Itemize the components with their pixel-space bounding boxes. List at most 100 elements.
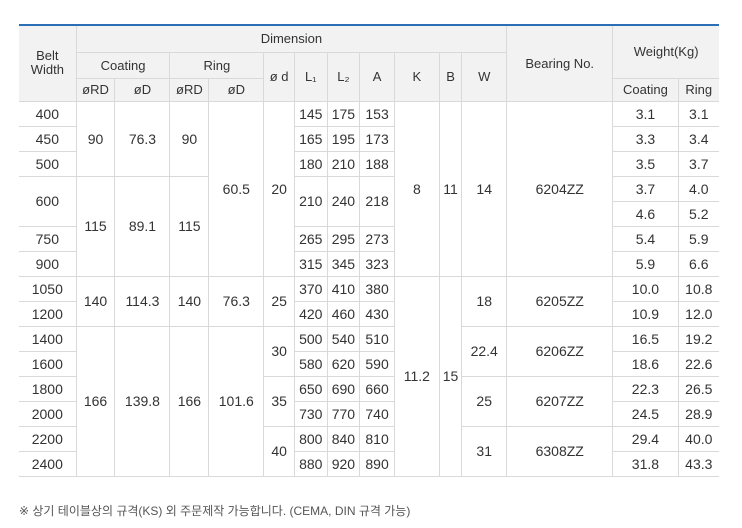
cell-ring-d: 76.3 <box>208 275 265 327</box>
cell-l2: 690 <box>326 375 361 402</box>
cell-weight-coating: 22.3 <box>612 375 679 402</box>
cell-ring-d: 60.5 <box>208 100 265 277</box>
cell-belt-width: 600 <box>19 175 77 227</box>
cell-weight-ring: 4.0 <box>677 175 719 202</box>
cell-a: 323 <box>359 250 395 277</box>
cell-weight-coating: 10.0 <box>612 275 679 302</box>
header-bearing-no: Bearing No. <box>506 25 614 102</box>
cell-l2: 210 <box>326 150 361 177</box>
cell-l2: 240 <box>326 175 361 227</box>
cell-belt-width: 750 <box>19 225 77 252</box>
cell-weight-coating: 16.5 <box>612 325 679 352</box>
cell-l1: 800 <box>293 425 328 452</box>
cell-l1: 165 <box>293 125 328 152</box>
cell-weight-ring: 5.9 <box>677 225 719 252</box>
cell-l1: 210 <box>293 175 328 227</box>
cell-belt-width: 500 <box>19 150 77 177</box>
cell-coating-d: 76.3 <box>114 100 171 177</box>
header-coating: Coating <box>76 51 171 79</box>
cell-weight-coating: 4.6 <box>612 200 679 227</box>
cell-coating-rd: 90 <box>75 100 116 177</box>
header-weight: Weight(Kg) <box>612 25 719 79</box>
cell-belt-width: 2000 <box>19 400 77 427</box>
cell-a: 273 <box>359 225 395 252</box>
cell-w: 31 <box>461 425 508 477</box>
cell-k: 8 <box>393 100 440 277</box>
cell-b: 15 <box>438 275 463 477</box>
cell-weight-coating: 3.3 <box>612 125 679 152</box>
cell-phi-d: 20 <box>263 100 295 277</box>
cell-weight-coating: 18.6 <box>612 350 679 377</box>
header-l1: L₁ <box>293 51 328 102</box>
cell-coating-rd: 166 <box>75 325 116 477</box>
cell-weight-ring: 22.6 <box>677 350 719 377</box>
cell-a: 890 <box>359 450 395 477</box>
cell-belt-width: 1050 <box>19 275 77 302</box>
cell-a: 173 <box>359 125 395 152</box>
cell-weight-ring: 3.1 <box>677 100 719 127</box>
header-b: B <box>438 51 463 102</box>
cell-l1: 500 <box>293 325 328 352</box>
cell-phi-d: 25 <box>263 275 295 327</box>
cell-weight-coating: 5.9 <box>612 250 679 277</box>
cell-bearing-no: 6205ZZ <box>506 275 614 327</box>
cell-belt-width: 400 <box>19 100 77 127</box>
cell-belt-width: 1600 <box>19 350 77 377</box>
cell-phi-d: 35 <box>263 375 295 427</box>
cell-belt-width: 1200 <box>19 300 77 327</box>
cell-l2: 195 <box>326 125 361 152</box>
cell-l1: 180 <box>293 150 328 177</box>
cell-l1: 315 <box>293 250 328 277</box>
cell-coating-rd: 115 <box>75 175 116 277</box>
header-ring-rd: øRD <box>169 77 210 102</box>
cell-l1: 370 <box>293 275 328 302</box>
cell-belt-width: 1400 <box>19 325 77 352</box>
cell-weight-coating: 29.4 <box>612 425 679 452</box>
cell-l2: 460 <box>326 300 361 327</box>
cell-l1: 650 <box>293 375 328 402</box>
cell-belt-width: 450 <box>19 125 77 152</box>
cell-l1: 265 <box>293 225 328 252</box>
cell-bearing-no: 6206ZZ <box>506 325 614 377</box>
cell-b: 11 <box>438 100 463 277</box>
cell-a: 510 <box>359 325 395 352</box>
cell-weight-ring: 12.0 <box>677 300 719 327</box>
cell-weight-ring: 28.9 <box>677 400 719 427</box>
header-k: K <box>393 51 440 102</box>
cell-l2: 295 <box>326 225 361 252</box>
cell-coating-d: 139.8 <box>114 325 171 477</box>
header-w: W <box>461 51 507 102</box>
cell-weight-coating: 10.9 <box>612 300 679 327</box>
cell-phi-d: 30 <box>263 325 295 377</box>
header-weight-ring: Ring <box>677 77 719 102</box>
cell-weight-ring: 19.2 <box>677 325 719 352</box>
cell-weight-ring: 3.4 <box>677 125 719 152</box>
cell-k: 11.2 <box>393 275 440 477</box>
cell-belt-width: 2200 <box>19 425 77 452</box>
header-dimension: Dimension <box>75 25 508 53</box>
cell-l2: 770 <box>326 400 361 427</box>
roller-spec-table: Belt Width Dimension Bearing No. Weight(… <box>19 24 719 477</box>
header-a: A <box>359 51 395 102</box>
cell-ring-rd: 166 <box>169 325 210 477</box>
cell-weight-coating: 3.7 <box>612 175 679 202</box>
cell-l2: 175 <box>326 100 361 127</box>
cell-a: 430 <box>359 300 395 327</box>
header-phi-d: ø d <box>263 51 295 102</box>
cell-weight-ring: 43.3 <box>677 450 719 477</box>
cell-ring-rd: 90 <box>169 100 210 177</box>
cell-a: 590 <box>359 350 395 377</box>
cell-weight-ring: 10.8 <box>677 275 719 302</box>
header-coating-d: øD <box>114 77 171 102</box>
header-ring: Ring <box>169 51 265 79</box>
cell-ring-rd: 140 <box>169 275 210 327</box>
cell-weight-ring: 40.0 <box>677 425 719 452</box>
header-ring-d: øD <box>208 77 265 102</box>
cell-a: 153 <box>359 100 395 127</box>
cell-l2: 620 <box>326 350 361 377</box>
cell-a: 188 <box>359 150 395 177</box>
cell-belt-width: 1800 <box>19 375 77 402</box>
cell-l1: 580 <box>293 350 328 377</box>
cell-a: 218 <box>359 175 395 227</box>
cell-phi-d: 40 <box>263 425 295 477</box>
